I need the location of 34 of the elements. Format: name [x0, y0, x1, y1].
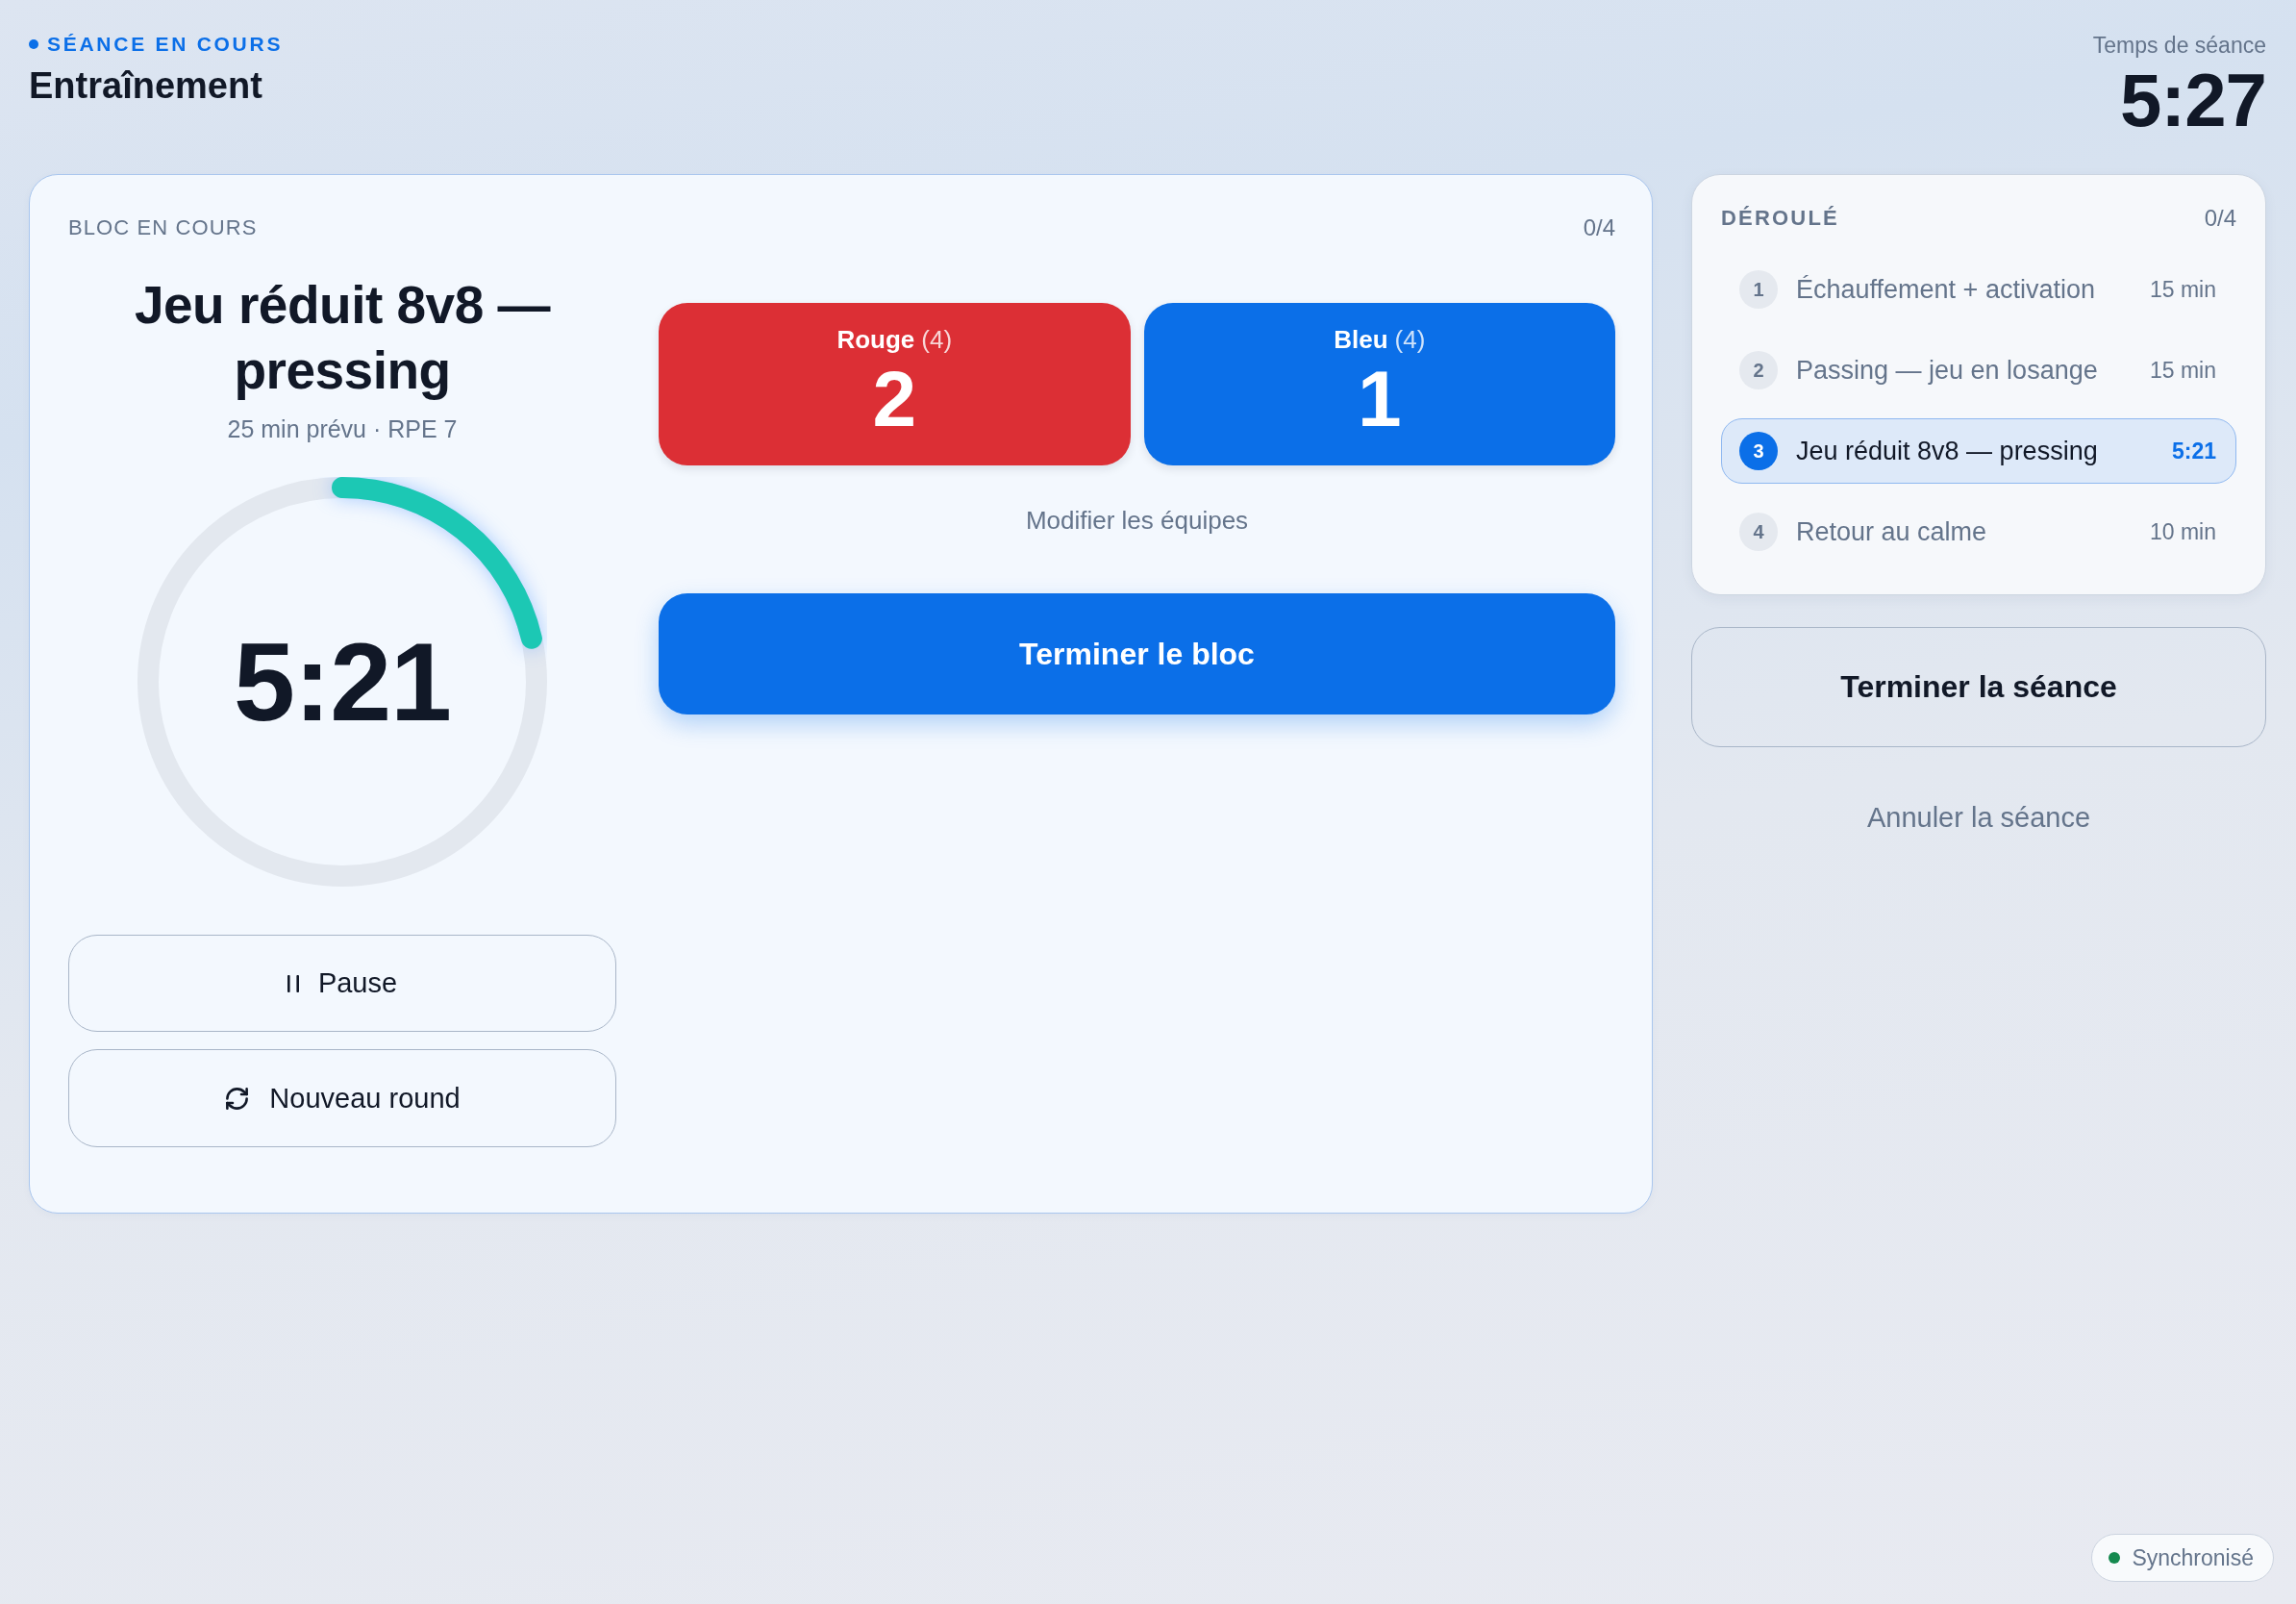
pause-button[interactable]: Pause — [68, 935, 616, 1032]
plan-counter: 0/4 — [2204, 204, 2236, 233]
score-card[interactable]: Rouge (4) 2 — [659, 303, 1131, 465]
score-value: 2 — [872, 359, 917, 439]
session-timer: 5:27 — [2119, 62, 2266, 138]
player-count: (4) — [921, 324, 953, 355]
section-label: BLOC EN COURS — [68, 214, 258, 241]
edit-teams-link[interactable]: Modifier les équipes — [1025, 504, 1249, 537]
block-meta: 25 min prévu · RPE 7 — [227, 414, 458, 444]
status-dot-icon — [2109, 1552, 2121, 1564]
finish-block-button[interactable]: Terminer le bloc — [659, 593, 1615, 714]
timer-label: Temps de séance — [2092, 32, 2266, 60]
sync-label: Synchronisé — [2132, 1544, 2254, 1571]
score-card[interactable]: Bleu (4) 1 — [1143, 303, 1615, 465]
score-value: 1 — [1357, 359, 1402, 439]
section-label: DÉROULÉ — [1721, 205, 1839, 232]
status-dot-icon — [29, 39, 38, 49]
team-name: Bleu — [1334, 324, 1388, 355]
cancel-session-link[interactable]: Annuler la séance — [1866, 798, 2091, 837]
plan-item[interactable]: 4 Retour au calme 10 min — [1721, 499, 2236, 564]
plan-item[interactable]: 3 Jeu réduit 8v8 — pressing 5:21 — [1721, 418, 2236, 484]
team-name: Rouge — [836, 324, 915, 355]
new-round-button[interactable]: Nouveau round — [68, 1049, 616, 1147]
block-counter: 0/4 — [1583, 213, 1615, 242]
plan-item[interactable]: 2 Passing — jeu en losange 15 min — [1721, 338, 2236, 403]
page-title: Entraînement — [29, 64, 262, 108]
session-status: SÉANCE EN COURS — [47, 32, 284, 57]
player-count: (4) — [1394, 324, 1426, 355]
countdown-time: 5:21 — [233, 626, 452, 738]
block-title: Jeu réduit 8v8 — pressing — [133, 274, 552, 402]
finish-session-button[interactable]: Terminer la séance — [1691, 627, 2266, 747]
refresh-icon — [224, 1085, 251, 1112]
plan-item[interactable]: 1 Échauffement + activation 15 min — [1721, 257, 2236, 322]
pause-icon — [287, 974, 299, 992]
